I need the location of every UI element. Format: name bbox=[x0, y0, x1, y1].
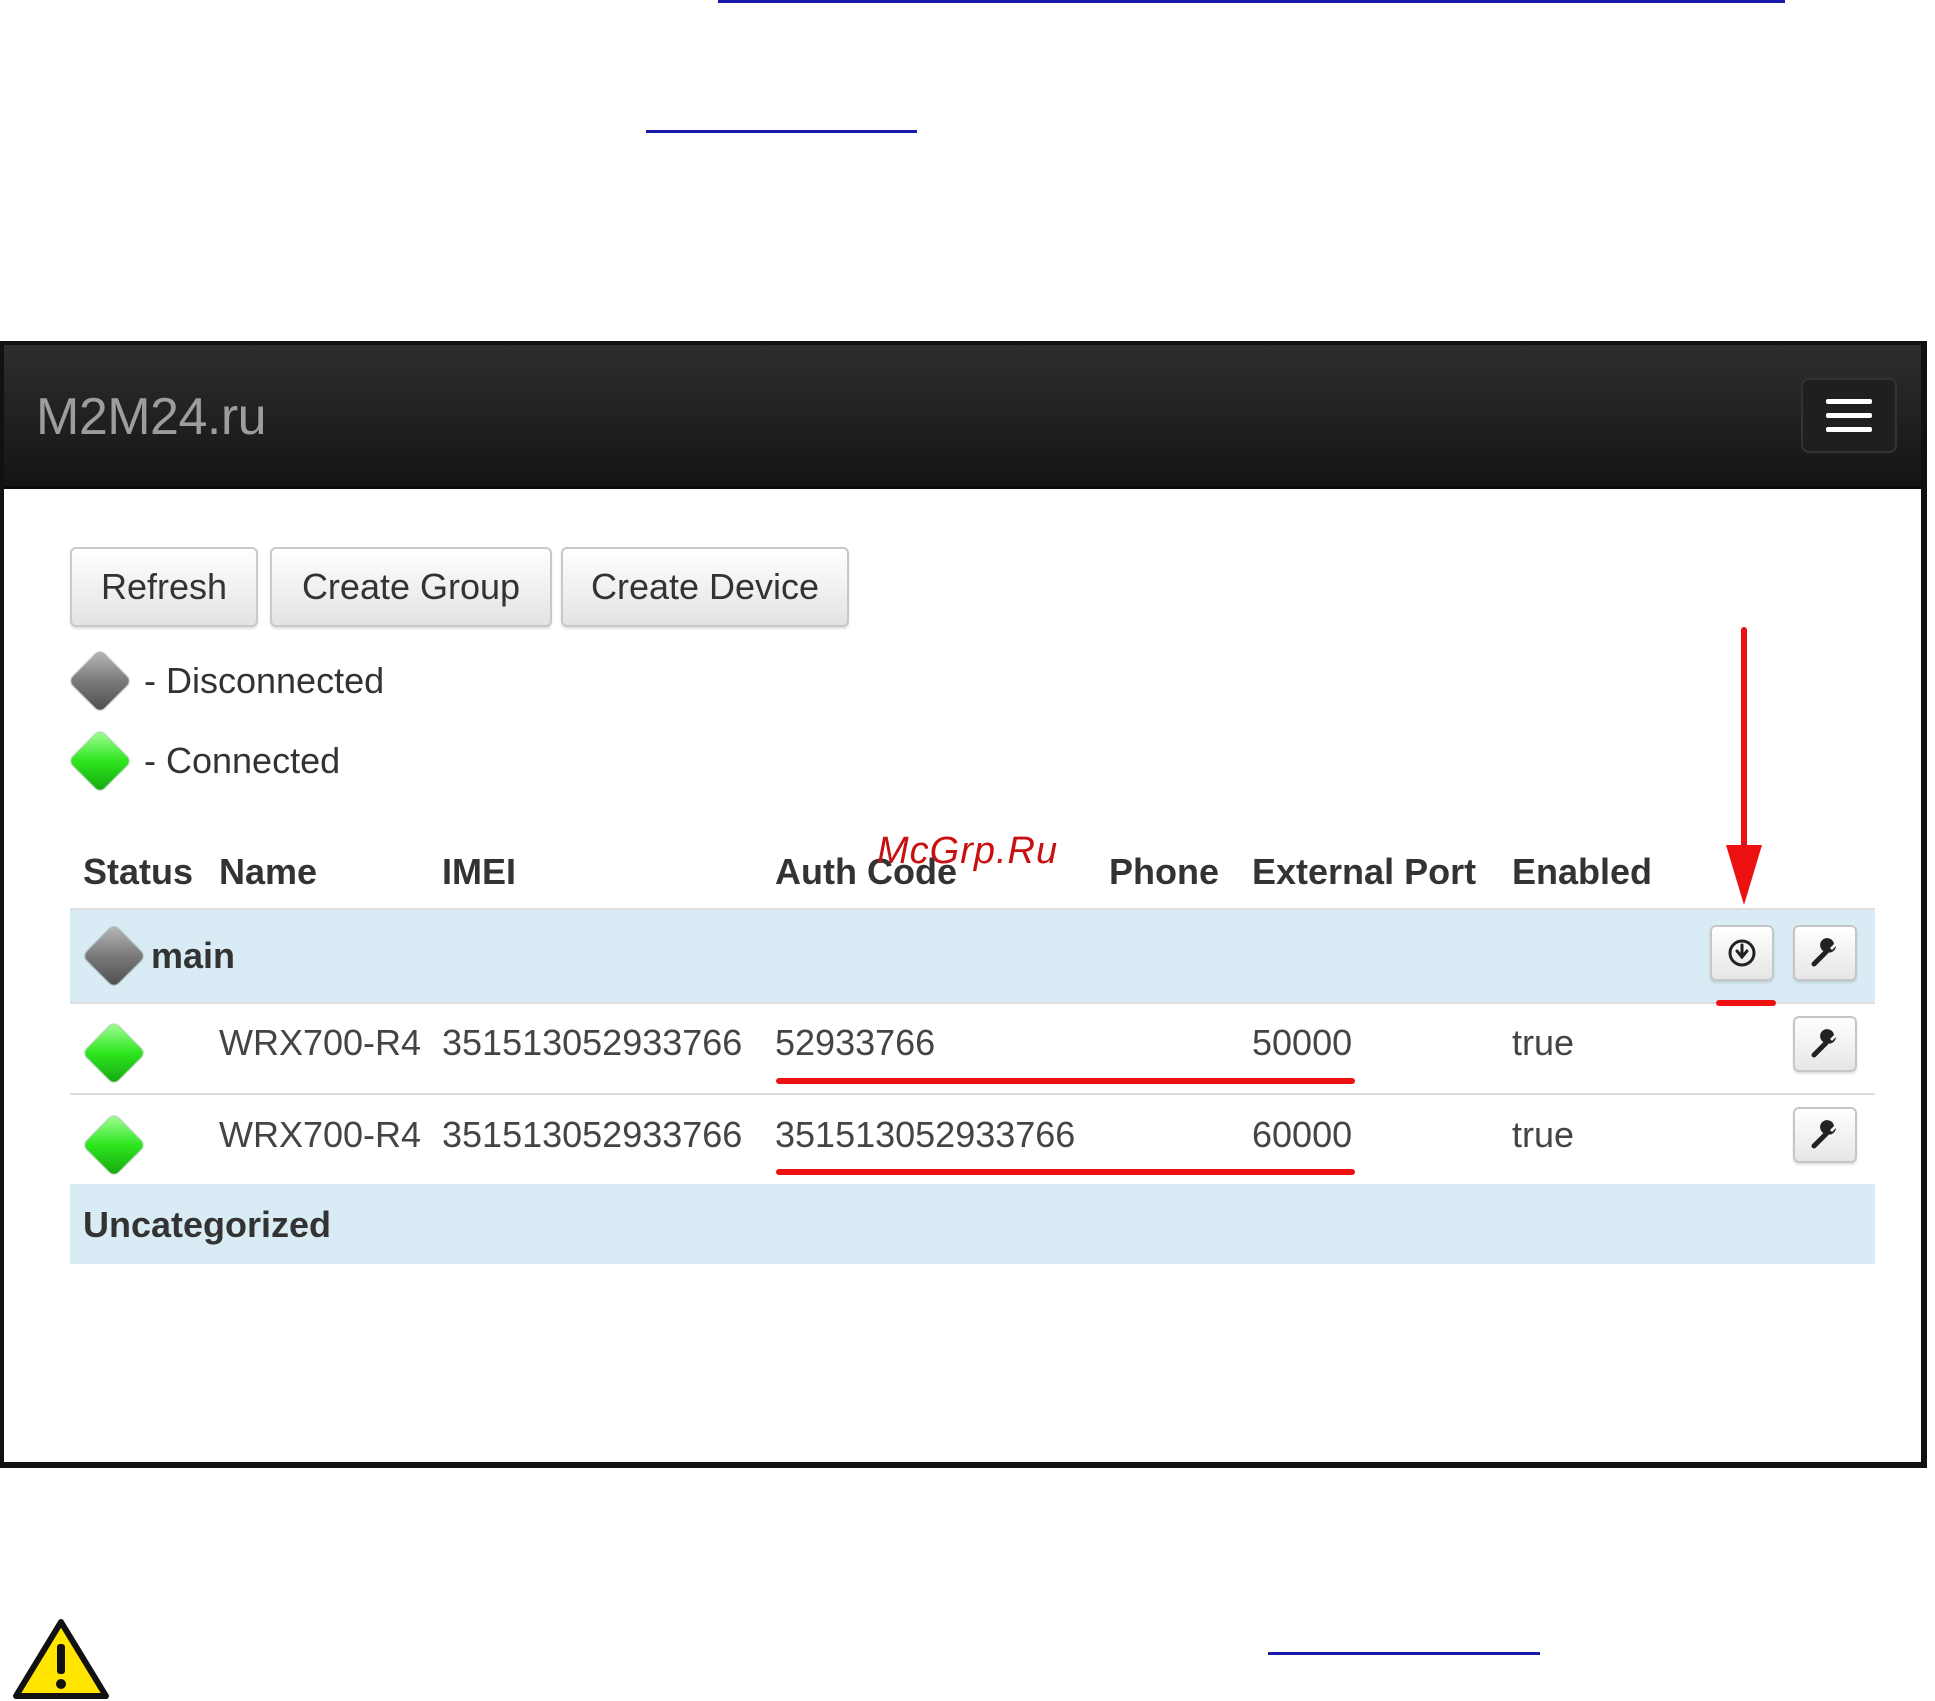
document-link-upper[interactable] bbox=[646, 130, 917, 133]
legend-disconnected-label: - Disconnected bbox=[144, 660, 385, 701]
connected-status-icon bbox=[82, 1113, 146, 1177]
connected-status-icon bbox=[82, 1021, 146, 1085]
create-group-button[interactable]: Create Group bbox=[270, 547, 552, 627]
download-circle-icon[interactable] bbox=[1710, 925, 1774, 981]
device-enabled: true bbox=[1512, 1022, 1575, 1063]
device-imei: 351513052933766 bbox=[442, 1114, 743, 1155]
disconnected-status-icon bbox=[68, 649, 132, 713]
legend-connected-label: - Connected bbox=[144, 740, 341, 781]
group-disconnected-icon bbox=[82, 924, 146, 988]
annotation-underline-download bbox=[1716, 1000, 1776, 1006]
device-imei: 351513052933766 bbox=[442, 1022, 743, 1063]
group-name: main bbox=[151, 935, 236, 976]
group-row-main[interactable]: main bbox=[70, 910, 1875, 1002]
device-name: WRX700-R4 bbox=[219, 1022, 422, 1063]
header-name[interactable]: Name bbox=[219, 851, 317, 893]
wrench-icon[interactable] bbox=[1793, 1107, 1857, 1163]
device-enabled: true bbox=[1512, 1114, 1575, 1155]
device-auth-code: 52933766 bbox=[775, 1022, 936, 1063]
legend-connected: - Connected bbox=[68, 729, 341, 793]
wrench-icon[interactable] bbox=[1793, 925, 1857, 981]
hamburger-icon[interactable] bbox=[1801, 378, 1897, 453]
device-external-port: 60000 bbox=[1252, 1114, 1353, 1155]
group-name: Uncategorized bbox=[83, 1204, 332, 1245]
refresh-button[interactable]: Refresh bbox=[70, 547, 258, 627]
document-link-top[interactable] bbox=[718, 0, 1785, 3]
device-name: WRX700-R4 bbox=[219, 1114, 422, 1155]
header-enabled[interactable]: Enabled bbox=[1512, 851, 1652, 893]
annotation-arrow-shaft bbox=[1741, 627, 1747, 867]
brand[interactable]: M2M24.ru bbox=[36, 387, 267, 447]
device-external-port: 50000 bbox=[1252, 1022, 1353, 1063]
watermark: McGrp.Ru bbox=[877, 830, 1059, 872]
header-phone[interactable]: Phone bbox=[1109, 851, 1219, 893]
header-external-port[interactable]: External Port bbox=[1252, 851, 1476, 893]
navbar: M2M24.ru bbox=[4, 345, 1921, 489]
group-row-uncategorized[interactable]: Uncategorized bbox=[70, 1184, 1875, 1264]
device-auth-code: 351513052933766 bbox=[775, 1114, 1076, 1155]
app-screenshot: M2M24.ru Refresh Create Group Create Dev… bbox=[0, 341, 1927, 1468]
annotation-underline-row1 bbox=[776, 1078, 1355, 1084]
row-divider bbox=[70, 1002, 1875, 1004]
annotation-arrow-head bbox=[1726, 845, 1762, 905]
wrench-icon[interactable] bbox=[1793, 1016, 1857, 1072]
warning-triangle-icon bbox=[13, 1619, 109, 1699]
create-device-button[interactable]: Create Device bbox=[561, 547, 849, 627]
legend-disconnected: - Disconnected bbox=[68, 649, 385, 713]
row-divider bbox=[70, 1093, 1875, 1095]
annotation-underline-row2 bbox=[776, 1169, 1355, 1175]
document-link-bottom[interactable] bbox=[1268, 1652, 1540, 1655]
connected-status-icon bbox=[68, 729, 132, 793]
header-status[interactable]: Status bbox=[83, 851, 193, 893]
header-imei[interactable]: IMEI bbox=[442, 851, 516, 893]
